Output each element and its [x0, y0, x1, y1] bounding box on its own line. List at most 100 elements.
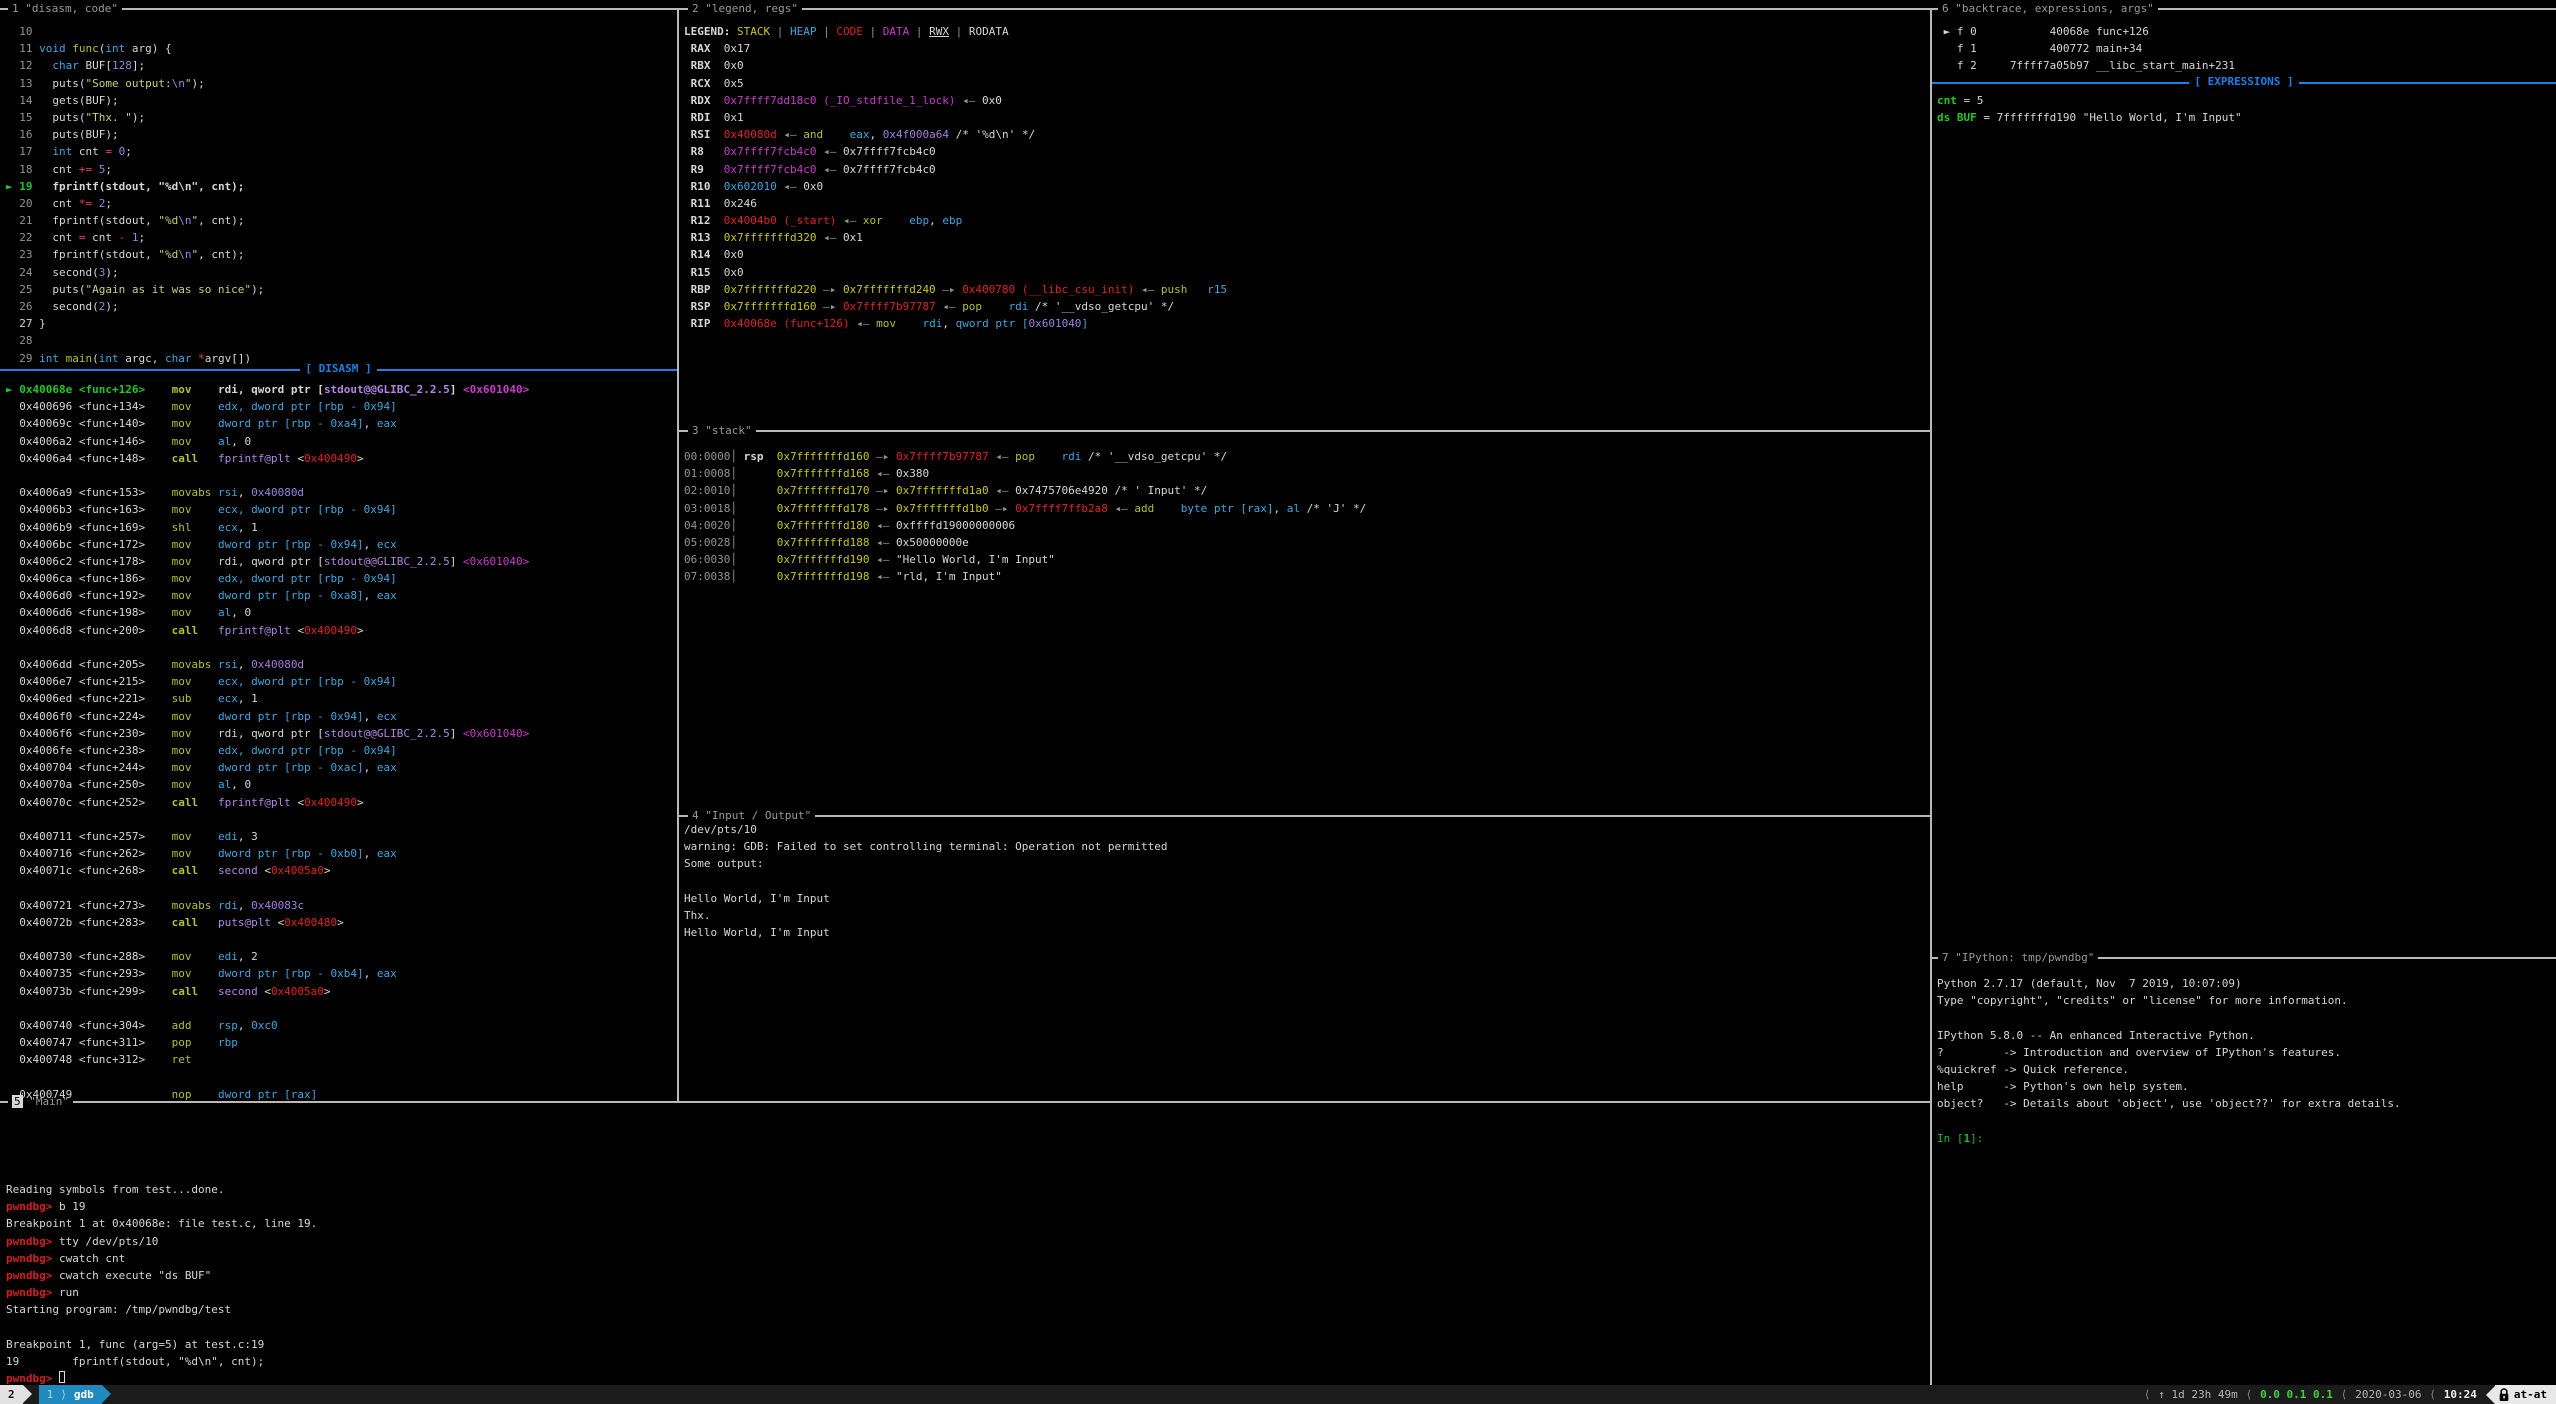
- tmux-status-bar: 2 1 ⟩ gdb ⟨ ↑ 1d 23h 49m ⟨ 0.0 0.1 0.1 ⟨…: [0, 1385, 2556, 1404]
- vertical-border-left[interactable]: [677, 8, 679, 1103]
- terminal-line: 14 gets(BUF);: [6, 92, 671, 109]
- terminal-line: IPython 5.8.0 -- An enhanced Interactive…: [1937, 1027, 2551, 1044]
- pane-number: 2: [692, 2, 699, 15]
- terminal-line: [6, 1319, 1926, 1336]
- terminal-line: 21 fprintf(stdout, "%d\n", cnt);: [6, 212, 671, 229]
- terminal-line: 07:0038│ 0x7fffffffd198 ◂— "rld, I'm Inp…: [684, 568, 1924, 585]
- pane-title-ipython: 7 "IPython: tmp/pwndbg": [1938, 950, 2098, 966]
- watch-expressions[interactable]: cnt = 5ds BUF = 7fffffffd190 "Hello Worl…: [1937, 92, 2551, 126]
- stack-view[interactable]: 00:0000│ rsp 0x7fffffffd160 —▸ 0x7ffff7b…: [684, 448, 1924, 586]
- terminal-line: Type "copyright", "credits" or "license"…: [1937, 992, 2551, 1009]
- terminal-line: [6, 1000, 671, 1017]
- terminal-line: 0x4006b9 <func+169> shl ecx, 1: [6, 519, 671, 536]
- terminal-line: RBP 0x7fffffffd220 —▸ 0x7fffffffd240 —▸ …: [684, 281, 1924, 298]
- terminal-line: 0x40069c <func+140> mov dword ptr [rbp -…: [6, 415, 671, 432]
- terminal-line: warning: GDB: Failed to set controlling …: [684, 838, 1924, 855]
- terminal-line: 12 char BUF[128];: [6, 57, 671, 74]
- terminal-line: R10 0x602010 ◂— 0x0: [684, 178, 1924, 195]
- vertical-border-right[interactable]: [1930, 8, 1932, 1385]
- terminal-line: 0x4006ca <func+186> mov edx, dword ptr […: [6, 570, 671, 587]
- terminal-line: pwndbg> b 19: [6, 1198, 1926, 1215]
- terminal-line: Hello World, I'm Input: [684, 924, 1924, 941]
- terminal-line: Some output:: [684, 855, 1924, 872]
- terminal-line: 0x400735 <func+293> mov dword ptr [rbp -…: [6, 965, 671, 982]
- pane-title-text: "stack": [699, 424, 752, 437]
- terminal-line: 0x40073b <func+299> call second <0x4005a…: [6, 983, 671, 1000]
- terminal-line: 0x400748 <func+312> ret: [6, 1051, 671, 1068]
- gdb-console[interactable]: Reading symbols from test...done.pwndbg>…: [6, 1181, 1926, 1387]
- terminal-line: 0x400749 nop dword ptr [rax]: [6, 1086, 671, 1103]
- chevron-right-icon: ⟩: [60, 1385, 67, 1404]
- terminal-line: R13 0x7fffffffd320 ◂— 0x1: [684, 229, 1924, 246]
- terminal-line: 0x4006c2 <func+178> mov rdi, qword ptr […: [6, 553, 671, 570]
- terminal-line: [684, 873, 1924, 890]
- status-right: ⟨ ↑ 1d 23h 49m ⟨ 0.0 0.1 0.1 ⟨ 2020-03-0…: [2136, 1385, 2556, 1404]
- stack-border: [679, 430, 1930, 432]
- terminal-line: LEGEND: STACK | HEAP | CODE | DATA | RWX…: [684, 23, 1924, 40]
- terminal-line: 02:0010│ 0x7fffffffd170 —▸ 0x7fffffffd1a…: [684, 482, 1924, 499]
- terminal-line: 0x40070c <func+252> call fprintf@plt <0x…: [6, 794, 671, 811]
- terminal-line: 0x4006bc <func+172> mov dword ptr [rbp -…: [6, 536, 671, 553]
- terminal-line: [6, 931, 671, 948]
- terminal-line: 20 cnt *= 2;: [6, 195, 671, 212]
- lock-icon: [2499, 1388, 2509, 1402]
- terminal-line: 27 }: [6, 315, 671, 332]
- window-index: 1: [47, 1385, 54, 1404]
- terminal-line: 15 puts("Thx. ");: [6, 109, 671, 126]
- terminal-line: 0x400721 <func+273> movabs rdi, 0x40083c: [6, 897, 671, 914]
- program-io[interactable]: /dev/pts/10warning: GDB: Failed to set c…: [684, 821, 1924, 941]
- terminal-line: RIP 0x40068e (func+126) ◂— mov rdi, qwor…: [684, 315, 1924, 332]
- pane-title-legend-regs: 2 "legend, regs": [688, 1, 802, 17]
- terminal-line: 03:0018│ 0x7fffffffd178 —▸ 0x7fffffffd1b…: [684, 500, 1924, 517]
- terminal-line: R15 0x0: [684, 264, 1924, 281]
- pane-title-text: "IPython: tmp/pwndbg": [1949, 951, 2095, 964]
- terminal-line: 0x4006d8 <func+200> call fprintf@plt <0x…: [6, 622, 671, 639]
- terminal-line: 17 int cnt = 0;: [6, 143, 671, 160]
- io-border: [679, 815, 1930, 817]
- session-name-segment[interactable]: 2: [0, 1385, 23, 1404]
- terminal-line: Reading symbols from test...done.: [6, 1181, 1926, 1198]
- chevron-left-icon: ⟨: [2430, 1385, 2434, 1404]
- pane-title-text: "legend, regs": [699, 2, 798, 15]
- terminal-line: 01:0008│ 0x7fffffffd168 ◂— 0x380: [684, 465, 1924, 482]
- terminal-line: [1937, 1113, 2551, 1130]
- terminal-line: 0x4006a4 <func+148> call fprintf@plt <0x…: [6, 450, 671, 467]
- tmux-terminal: 1 "disasm, code" 2 "legend, regs" 6 "bac…: [0, 0, 2556, 1404]
- terminal-line: Hello World, I'm Input: [684, 890, 1924, 907]
- terminal-line: [6, 1069, 671, 1086]
- terminal-line: 24 second(3);: [6, 264, 671, 281]
- terminal-line: 0x40071c <func+268> call second <0x4005a…: [6, 862, 671, 879]
- registers[interactable]: LEGEND: STACK | HEAP | CODE | DATA | RWX…: [684, 23, 1924, 332]
- status-left: 2 1 ⟩ gdb: [0, 1385, 111, 1404]
- pane-title-backtrace: 6 "backtrace, expressions, args": [1938, 1, 2158, 17]
- uptime-icon: ↑: [2158, 1385, 2165, 1404]
- terminal-line: 0x400730 <func+288> mov edi, 2: [6, 948, 671, 965]
- terminal-line: ds BUF = 7fffffffd190 "Hello World, I'm …: [1937, 109, 2551, 126]
- terminal-line: 00:0000│ rsp 0x7fffffffd160 —▸ 0x7ffff7b…: [684, 448, 1924, 465]
- terminal-line: 0x4006a2 <func+146> mov al, 0: [6, 433, 671, 450]
- terminal-line: Starting program: /tmp/pwndbg/test: [6, 1301, 1926, 1318]
- terminal-line: R9 0x7ffff7fcb4c0 ◂— 0x7ffff7fcb4c0: [684, 161, 1924, 178]
- terminal-line: f 1 400772 main+34: [1937, 40, 2551, 57]
- ipython-console[interactable]: Python 2.7.17 (default, Nov 7 2019, 10:0…: [1937, 975, 2551, 1147]
- terminal-line: 0x4006a9 <func+153> movabs rsi, 0x40080d: [6, 484, 671, 501]
- backtrace-frames[interactable]: ► f 0 40068e func+126 f 1 400772 main+34…: [1937, 23, 2551, 75]
- hostname-segment: at-at: [2495, 1385, 2556, 1404]
- pane-number: 6: [1942, 2, 1949, 15]
- disassembly[interactable]: ► 0x40068e <func+126> mov rdi, qword ptr…: [6, 381, 671, 1103]
- terminal-line: 23 fprintf(stdout, "%d\n", cnt);: [6, 246, 671, 263]
- pane-number: 7: [1942, 951, 1949, 964]
- terminal-line: 0x40070a <func+250> mov al, 0: [6, 776, 671, 793]
- source-code[interactable]: 10 11 void func(int arg) { 12 char BUF[1…: [6, 23, 671, 367]
- terminal-line: 28: [6, 332, 671, 349]
- hostname-value: at-at: [2514, 1385, 2547, 1404]
- terminal-line: [6, 879, 671, 896]
- terminal-line: 0x4006f0 <func+224> mov dword ptr [rbp -…: [6, 708, 671, 725]
- window-tab-gdb[interactable]: 1 ⟩ gdb: [39, 1385, 102, 1404]
- terminal-line: 0x4006ed <func+221> sub ecx, 1: [6, 690, 671, 707]
- terminal-line: /dev/pts/10: [684, 821, 1924, 838]
- chevron-left-icon: ⟨: [2247, 1385, 2251, 1404]
- terminal-line: f 2 7ffff7a05b97 __libc_start_main+231: [1937, 57, 2551, 74]
- chevron-left-icon: ⟨: [2342, 1385, 2346, 1404]
- terminal-line: 0x4006d6 <func+198> mov al, 0: [6, 604, 671, 621]
